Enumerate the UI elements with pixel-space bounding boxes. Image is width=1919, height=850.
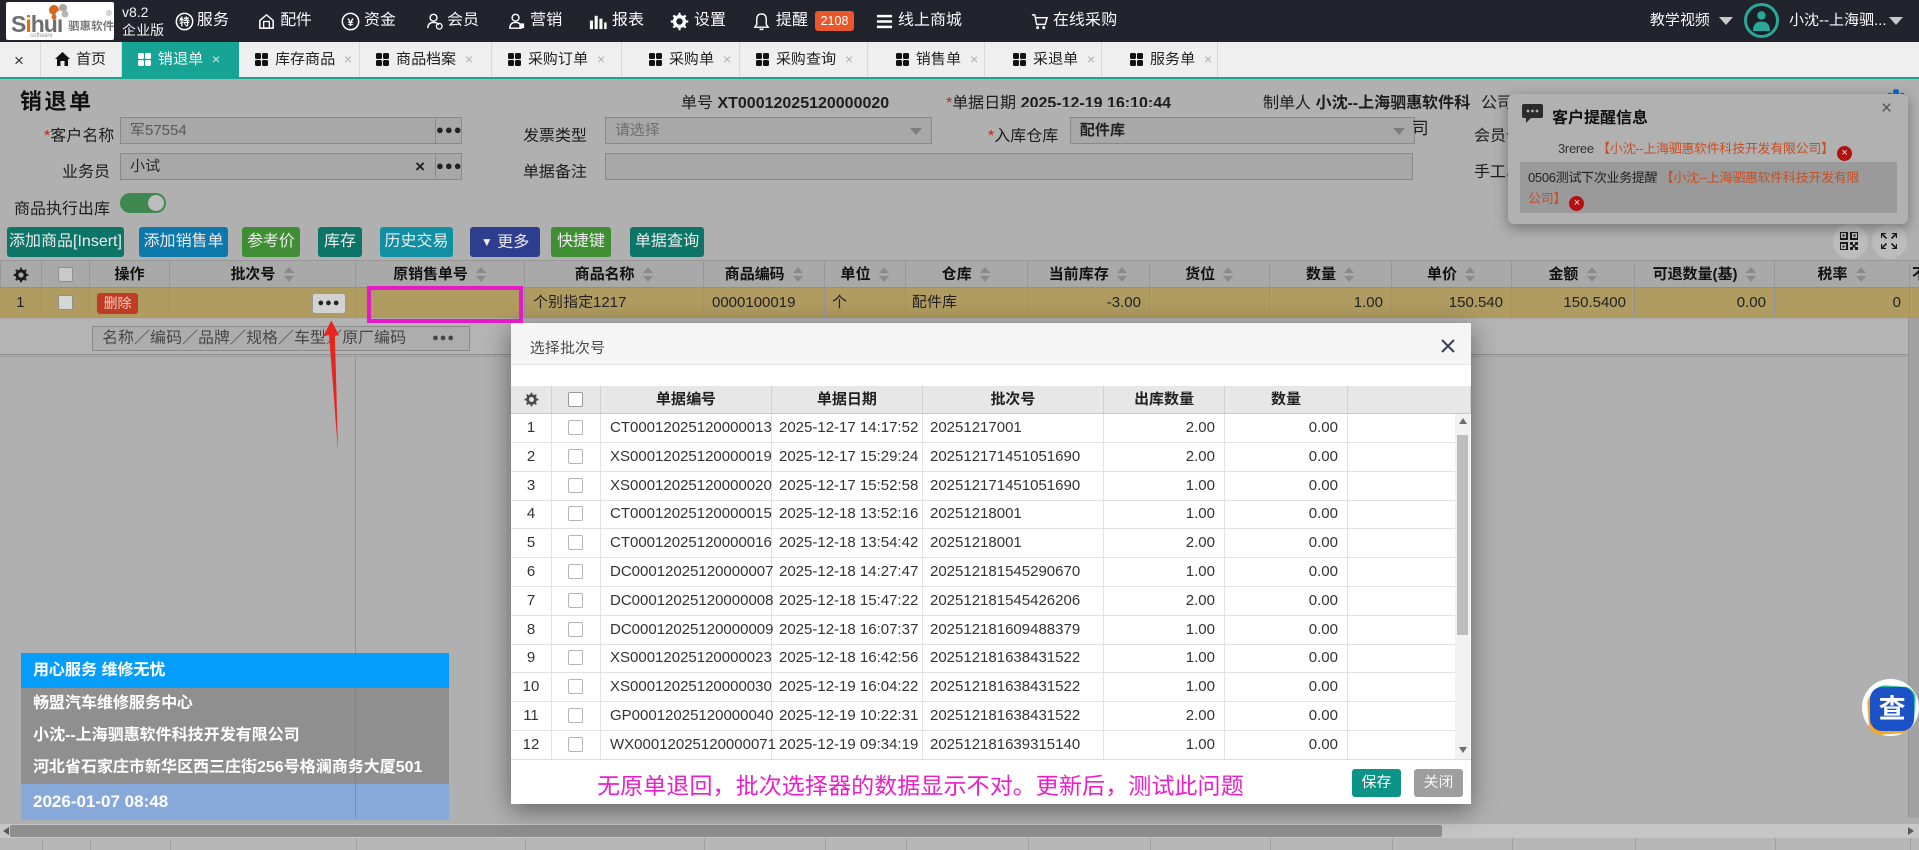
svg-text:¥: ¥ (347, 17, 354, 29)
svg-text:特: 特 (179, 16, 190, 28)
